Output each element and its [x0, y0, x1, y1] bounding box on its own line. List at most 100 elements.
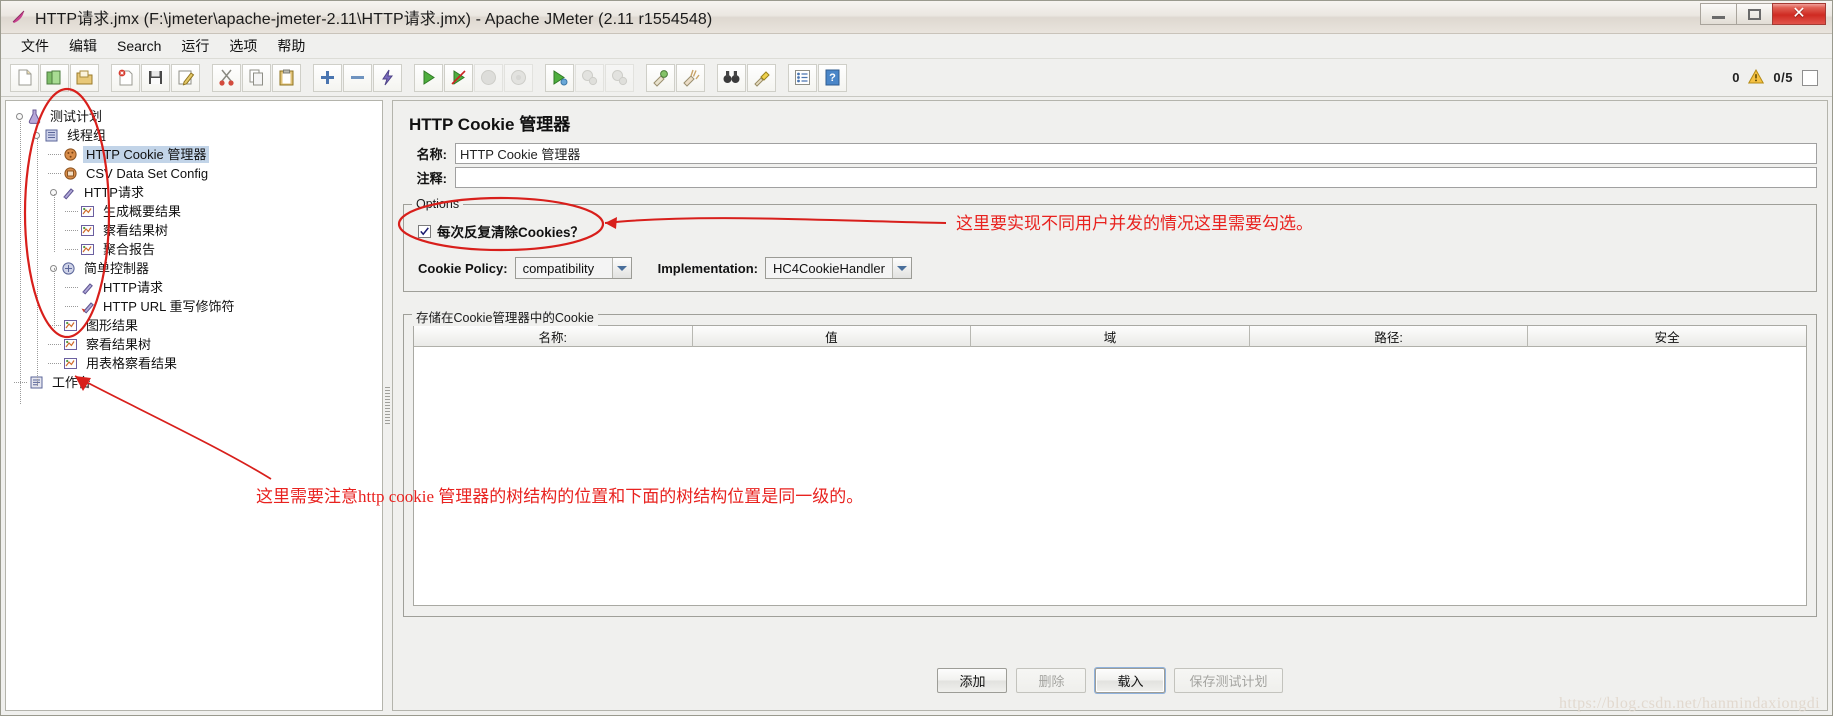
- menu-help[interactable]: 帮助: [267, 34, 315, 58]
- cookie-table-column-header[interactable]: 安全: [1528, 326, 1806, 347]
- save-as-icon[interactable]: [171, 63, 200, 92]
- menu-options[interactable]: 选项: [219, 34, 267, 58]
- collapse-all-icon[interactable]: [343, 63, 372, 92]
- listener-icon: [79, 203, 96, 220]
- chevron-down-icon[interactable]: [611, 258, 631, 278]
- tree-node-label: 用表格察看结果: [86, 356, 178, 371]
- paste-icon[interactable]: [272, 63, 301, 92]
- cookie-table-column-header[interactable]: 域: [971, 326, 1250, 347]
- tree-node[interactable]: HTTP URL 重写修饰符: [14, 297, 382, 316]
- close-button[interactable]: ✕: [1772, 3, 1826, 25]
- menu-edit[interactable]: 编辑: [59, 34, 107, 58]
- page-title: HTTP Cookie 管理器: [409, 115, 571, 134]
- cookie-policy-value: compatibility: [515, 258, 612, 278]
- tree-node[interactable]: 察看结果树: [14, 221, 382, 240]
- cookie-policy-select[interactable]: compatibility: [514, 257, 632, 279]
- tree-branch-line: [65, 230, 78, 231]
- listener-icon: [62, 336, 79, 353]
- tree-node[interactable]: CSV Data Set Config: [14, 164, 382, 183]
- chevron-down-icon[interactable]: [891, 258, 911, 278]
- toolbar-group-clipboard: [212, 63, 302, 92]
- cookie-policy-label: Cookie Policy:: [418, 260, 508, 276]
- tree-node[interactable]: 察看结果树: [14, 335, 382, 354]
- tree-node[interactable]: HTTP请求: [14, 183, 382, 202]
- toolbar-group-save: [111, 63, 201, 92]
- jmeter-window: HTTP请求.jmx (F:\jmeter\apache-jmeter-2.11…: [0, 0, 1833, 716]
- shutdown-remote-icon: [605, 63, 634, 92]
- comment-label: 注释:: [416, 171, 447, 186]
- clear-cookies-checkbox[interactable]: [418, 224, 431, 238]
- stop-remote-icon: [575, 63, 604, 92]
- clear-icon[interactable]: [646, 63, 675, 92]
- comment-input[interactable]: [455, 167, 1817, 188]
- save-test-plan-button: 保存测试计划: [1174, 668, 1283, 693]
- copy-icon[interactable]: [242, 63, 271, 92]
- start-no-pause-icon[interactable]: [444, 63, 473, 92]
- cut-icon[interactable]: [212, 63, 241, 92]
- clear-all-icon[interactable]: [676, 63, 705, 92]
- minimize-button[interactable]: [1700, 3, 1736, 25]
- close-icon[interactable]: [111, 63, 140, 92]
- main-content: 测试计划 线程组 HTTP Cookie 管理器 CSV Data Set Confi…: [1, 97, 1832, 715]
- menu-file[interactable]: 文件: [11, 34, 59, 58]
- search-reset-icon[interactable]: [747, 63, 776, 92]
- tree-node-label: HTTP请求: [84, 185, 144, 200]
- tree-node[interactable]: 工作台: [14, 373, 382, 392]
- thread-group-icon: [43, 127, 60, 144]
- tree-node[interactable]: 线程组: [14, 126, 382, 145]
- add-button[interactable]: 添加: [937, 668, 1008, 693]
- http-request-icon: [60, 184, 77, 201]
- tree-node[interactable]: 图形结果: [14, 316, 382, 335]
- start-icon[interactable]: [414, 63, 443, 92]
- tree-node-label: 测试计划: [50, 109, 103, 124]
- cookie-table-column-header[interactable]: 值: [692, 326, 972, 347]
- help-icon[interactable]: ?: [818, 63, 847, 92]
- load-button[interactable]: 载入: [1095, 668, 1166, 693]
- cookie-table-column-header[interactable]: 路径:: [1249, 326, 1529, 347]
- tree-node-label: 图形结果: [86, 318, 139, 333]
- implementation-select[interactable]: HC4CookieHandler: [764, 257, 912, 279]
- cookie-manager-icon: [62, 146, 79, 163]
- toolbar-group-file: [10, 63, 100, 92]
- clear-cookies-row[interactable]: 每次反复清除Cookies？: [418, 221, 1804, 241]
- tree-node[interactable]: 聚合报告: [14, 240, 382, 259]
- tree-node[interactable]: HTTP请求: [14, 278, 382, 297]
- tree-branch-line: [48, 344, 61, 345]
- tree-node[interactable]: 用表格察看结果: [14, 354, 382, 373]
- menu-search[interactable]: Search: [107, 36, 171, 56]
- tree-node-label: 简单控制器: [84, 261, 150, 276]
- tree-node[interactable]: 测试计划: [14, 107, 382, 126]
- templates-icon[interactable]: [40, 63, 69, 92]
- listener-icon: [62, 317, 79, 334]
- warning-triangle-icon[interactable]: [1748, 68, 1765, 87]
- tree-branch-line: [48, 363, 61, 364]
- start-remote-icon[interactable]: [545, 63, 574, 92]
- open-icon[interactable]: [70, 63, 99, 92]
- toggle-icon[interactable]: [373, 63, 402, 92]
- checkmark-icon: [420, 226, 429, 235]
- search-binoculars-icon[interactable]: [717, 63, 746, 92]
- function-helper-icon[interactable]: [788, 63, 817, 92]
- simple-controller-icon: [60, 260, 77, 277]
- cookie-table-body[interactable]: [414, 347, 1806, 605]
- new-icon[interactable]: [10, 63, 39, 92]
- test-plan-tree-pane[interactable]: 测试计划线程组 HTTP Cookie 管理器 CSV Data Set Confi…: [5, 100, 383, 711]
- menu-run[interactable]: 运行: [171, 34, 219, 58]
- tree-node[interactable]: 生成概要结果: [14, 202, 382, 221]
- maximize-button[interactable]: [1736, 3, 1772, 25]
- tree-node[interactable]: HTTP Cookie 管理器: [14, 145, 382, 164]
- tree-node-label: 聚合报告: [103, 242, 156, 257]
- status-indicator-box: [1802, 69, 1818, 86]
- test-plan-tree[interactable]: 测试计划线程组 HTTP Cookie 管理器 CSV Data Set Confi…: [6, 101, 382, 404]
- expand-all-icon[interactable]: [313, 63, 342, 92]
- save-icon[interactable]: [141, 63, 170, 92]
- cookie-table-column-header[interactable]: 名称:: [414, 326, 693, 347]
- window-title: HTTP请求.jmx (F:\jmeter\apache-jmeter-2.11…: [35, 11, 713, 28]
- csv-config-icon: [62, 165, 79, 182]
- listener-icon: [79, 241, 96, 258]
- cookie-table[interactable]: 名称: 值域路径: 安全: [413, 325, 1807, 606]
- minimize-icon: [1712, 16, 1725, 19]
- name-input[interactable]: [455, 143, 1817, 164]
- tree-node[interactable]: 简单控制器: [14, 259, 382, 278]
- split-divider[interactable]: [383, 100, 392, 711]
